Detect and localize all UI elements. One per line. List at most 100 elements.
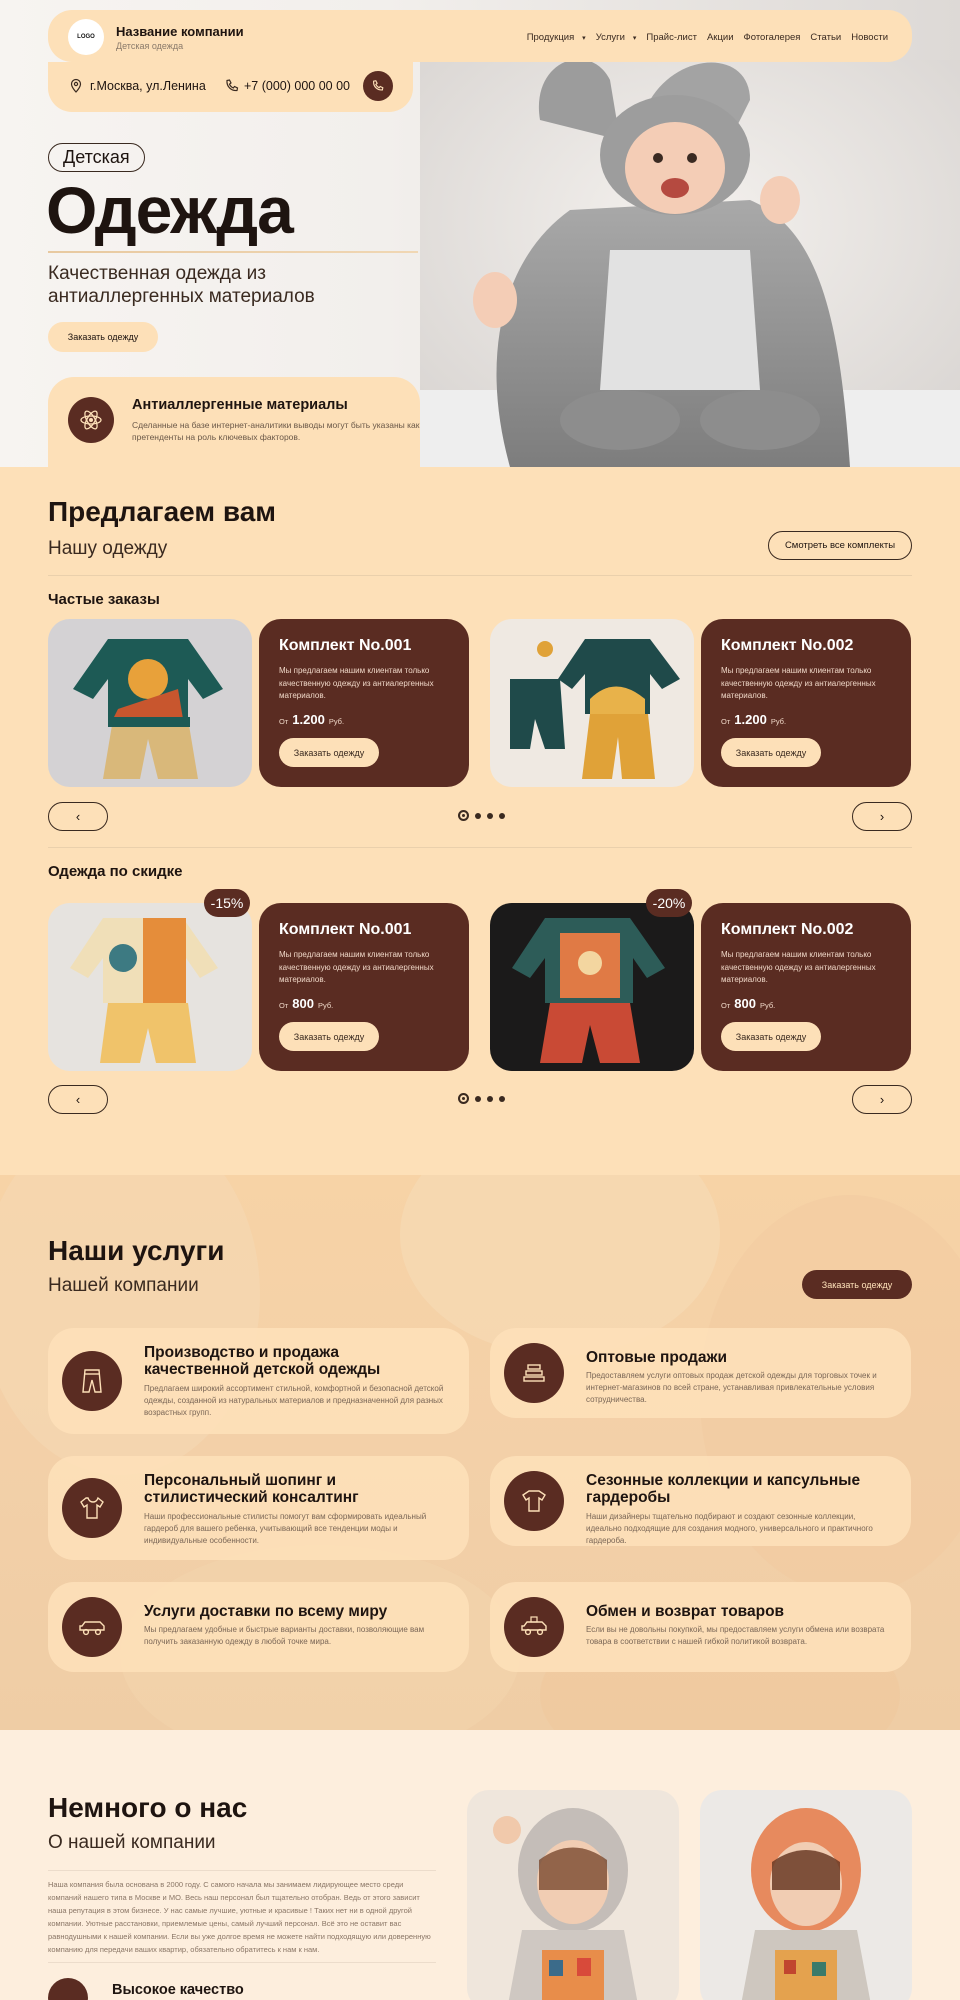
hero-badge: Детская bbox=[48, 143, 145, 172]
carousel-dot[interactable] bbox=[475, 812, 481, 819]
menu-item-products[interactable]: Продукция bbox=[527, 32, 586, 43]
carousel-dot[interactable] bbox=[487, 812, 493, 819]
phone-number[interactable]: +7 (000) 000 00 00 bbox=[244, 79, 350, 93]
product-photo-set-001 bbox=[48, 619, 252, 787]
divider bbox=[48, 1870, 436, 1871]
service-title: Персональный шопинг и стилистический кон… bbox=[144, 1472, 359, 1506]
product-price: От 800 Руб. bbox=[279, 996, 334, 1011]
product-price: От 1.200 Руб. bbox=[279, 712, 345, 727]
about-text: Наша компания была основана в 2000 году.… bbox=[48, 1880, 431, 1954]
phone-call-icon bbox=[373, 80, 384, 91]
quality-title: Высокое качество bbox=[112, 1982, 244, 1998]
contact-bar: г.Москва, ул.Ленина +7 (000) 000 00 00 bbox=[48, 62, 413, 112]
about-title: Немного о нас bbox=[48, 1792, 248, 1823]
main-menu: Продукция Услуги Прайс-лист Акции Фотога… bbox=[527, 32, 888, 43]
service-desc: Предоставляем услуги оптовых продаж детс… bbox=[586, 1371, 877, 1404]
menu-item-promotions[interactable]: Акции bbox=[707, 32, 734, 43]
carousel-dot[interactable] bbox=[499, 812, 505, 819]
order-button[interactable]: Заказать одежду bbox=[721, 1022, 821, 1051]
call-button[interactable] bbox=[363, 71, 393, 101]
product-name: Комплект No.002 bbox=[721, 637, 854, 654]
product-desc: Мы предлагаем нашим клиентам только каче… bbox=[721, 666, 876, 700]
feature-text: Сделанные на базе интернет-аналитики выв… bbox=[132, 420, 420, 442]
services-order-button[interactable]: Заказать одежду bbox=[802, 1270, 912, 1299]
service-desc: Мы предлагаем удобные и быстрые варианты… bbox=[144, 1625, 425, 1646]
discount-title: Одежда по скидке bbox=[48, 863, 183, 880]
product-card: Комплект No.001 Мы предлагаем нашим клие… bbox=[259, 903, 469, 1071]
product-name: Комплект No.001 bbox=[279, 921, 412, 938]
carousel-dots bbox=[458, 810, 505, 821]
carousel-dot[interactable] bbox=[475, 1095, 481, 1102]
next-arrow-button[interactable]: › bbox=[852, 1085, 912, 1114]
discount-badge: -15% bbox=[204, 889, 250, 917]
hero-section: LOGO Название компании Детская одежда Пр… bbox=[0, 0, 960, 467]
product-name: Комплект No.001 bbox=[279, 637, 412, 654]
product-desc: Мы предлагаем нашим клиентам только каче… bbox=[279, 950, 434, 984]
menu-item-news[interactable]: Новости bbox=[851, 32, 888, 43]
prev-arrow-button[interactable]: ‹ bbox=[48, 802, 108, 831]
divider bbox=[48, 575, 912, 576]
hero-feature-card: Антиаллергенные материалы Сделанные на б… bbox=[48, 377, 420, 467]
service-card[interactable]: Обмен и возврат товаров Если вы не довол… bbox=[490, 1582, 911, 1672]
hero-headline: Одежда bbox=[46, 173, 294, 247]
return-car-icon bbox=[504, 1597, 564, 1657]
order-button[interactable]: Заказать одежду bbox=[279, 738, 379, 767]
divider bbox=[48, 847, 912, 848]
product-price: От 1.200 Руб. bbox=[721, 712, 787, 727]
menu-item-articles[interactable]: Статьи bbox=[810, 32, 841, 43]
next-arrow-button[interactable]: › bbox=[852, 802, 912, 831]
product-card: Комплект No.002 Мы предлагаем нашим клие… bbox=[701, 619, 911, 787]
address-text: г.Москва, ул.Ленина bbox=[90, 79, 206, 93]
product-photo-discount-001 bbox=[48, 903, 252, 1071]
logo[interactable]: LOGO bbox=[68, 19, 104, 55]
service-desc: Предлагаем широкий ассортимент стильной,… bbox=[144, 1384, 444, 1417]
company-tagline: Детская одежда bbox=[116, 41, 184, 51]
stack-icon bbox=[504, 1343, 564, 1403]
offers-title: Предлагаем вам bbox=[48, 496, 276, 527]
location-icon bbox=[70, 78, 82, 93]
product-desc: Мы предлагаем нашим клиентам только каче… bbox=[279, 666, 434, 700]
product-name: Комплект No.002 bbox=[721, 921, 854, 938]
discount-badge: -20% bbox=[646, 889, 692, 917]
about-section: Немного о нас О нашей компании Наша комп… bbox=[0, 1730, 960, 2000]
carousel-dot[interactable] bbox=[458, 1093, 469, 1104]
quality-icon bbox=[48, 1978, 88, 2000]
product-photo-discount-002 bbox=[490, 903, 694, 1071]
carousel-dot[interactable] bbox=[487, 1095, 493, 1102]
service-desc: Наши дизайнеры тщательно подбирают и соз… bbox=[586, 1512, 873, 1545]
tshirt-icon bbox=[504, 1471, 564, 1531]
service-title: Сезонные коллекции и капсульные гардероб… bbox=[586, 1472, 861, 1506]
carousel-dots bbox=[458, 1093, 505, 1104]
service-card[interactable]: Производство и продажа качественной детс… bbox=[48, 1328, 469, 1434]
delivery-car-icon bbox=[62, 1597, 122, 1657]
top-navigation: LOGO Название компании Детская одежда Пр… bbox=[48, 10, 912, 62]
service-card[interactable]: Оптовые продажи Предоставляем услуги опт… bbox=[490, 1328, 911, 1418]
frequent-orders-title: Частые заказы bbox=[48, 591, 160, 608]
service-title: Услуги доставки по всему миру bbox=[144, 1603, 388, 1620]
hero-divider bbox=[48, 251, 418, 253]
product-desc: Мы предлагаем нашим клиентам только каче… bbox=[721, 950, 876, 984]
hero-order-button[interactable]: Заказать одежду bbox=[48, 322, 158, 352]
order-button[interactable]: Заказать одежду bbox=[721, 738, 821, 767]
about-photo-girl-2 bbox=[700, 1790, 912, 2000]
pants-icon bbox=[62, 1351, 122, 1411]
carousel-dot[interactable] bbox=[458, 810, 469, 821]
service-card[interactable]: Сезонные коллекции и капсульные гардероб… bbox=[490, 1456, 911, 1546]
offers-subtitle: Нашу одежду bbox=[48, 538, 168, 559]
service-title: Обмен и возврат товаров bbox=[586, 1603, 785, 1620]
menu-item-gallery[interactable]: Фотогалерея bbox=[744, 32, 801, 43]
phone-icon bbox=[226, 79, 239, 92]
view-all-sets-button[interactable]: Смотреть все комплекты bbox=[768, 531, 912, 560]
menu-item-services[interactable]: Услуги bbox=[596, 32, 637, 43]
about-photo-girl-1 bbox=[467, 1790, 679, 2000]
prev-arrow-button[interactable]: ‹ bbox=[48, 1085, 108, 1114]
feature-title: Антиаллергенные материалы bbox=[132, 397, 348, 413]
product-photo-set-002 bbox=[490, 619, 694, 787]
about-subtitle: О нашей компании bbox=[48, 1832, 216, 1853]
carousel-dot[interactable] bbox=[499, 1095, 505, 1102]
service-card[interactable]: Услуги доставки по всему миру Мы предлаг… bbox=[48, 1582, 469, 1672]
product-card: Комплект No.002 Мы предлагаем нашим клие… bbox=[701, 903, 911, 1071]
order-button[interactable]: Заказать одежду bbox=[279, 1022, 379, 1051]
menu-item-pricelist[interactable]: Прайс-лист bbox=[646, 32, 697, 43]
service-card[interactable]: Персональный шопинг и стилистический кон… bbox=[48, 1456, 469, 1560]
